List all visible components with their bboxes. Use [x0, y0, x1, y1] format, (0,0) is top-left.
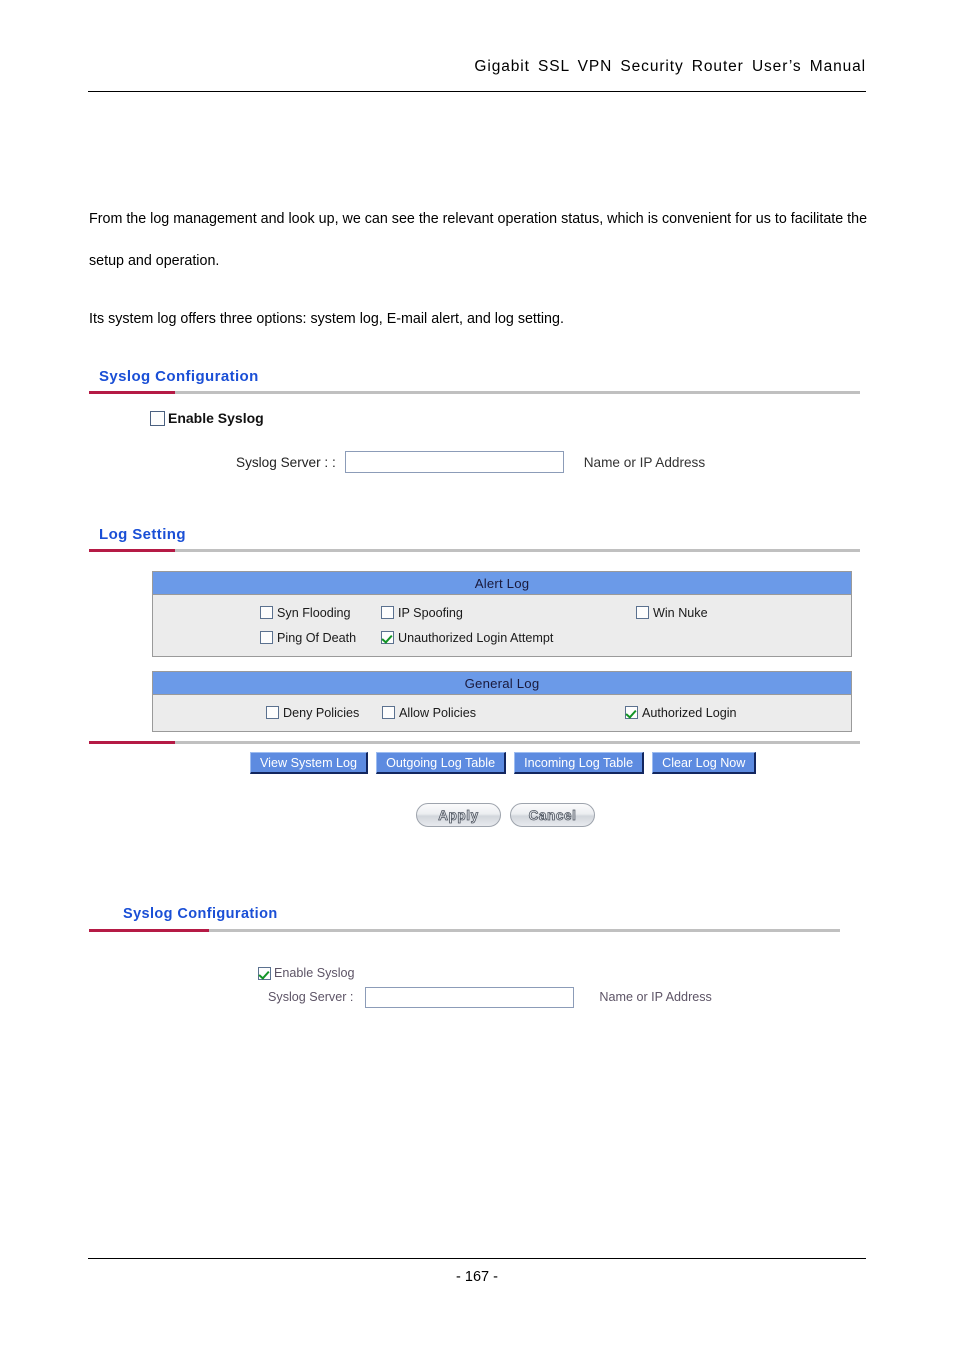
- heading-rule-gray: [89, 391, 860, 394]
- checkbox-enable-syslog-2[interactable]: [258, 966, 271, 980]
- checkbox-label-authorized-login: Authorized Login: [642, 705, 737, 720]
- general-log-panel: General Log Deny Policies Allow Policies…: [152, 671, 852, 732]
- general-log-title: General Log: [153, 672, 851, 695]
- page-header: Gigabit SSL VPN Security Router User’s M…: [88, 58, 866, 98]
- checkbox-syn-flooding[interactable]: [260, 606, 273, 619]
- intro-paragraph-2: Its system log offers three options: sys…: [89, 311, 564, 327]
- page-footer: - 167 -: [88, 1258, 866, 1285]
- section-title: Log Setting: [99, 526, 186, 543]
- manual-title: Gigabit SSL VPN Security Router User’s M…: [474, 58, 866, 75]
- log-action-button-bar: View System Log Outgoing Log Table Incom…: [250, 752, 757, 774]
- enable-syslog-checkbox-row-2[interactable]: Enable Syslog: [258, 966, 355, 980]
- page-number: - 167 -: [456, 1269, 498, 1285]
- alert-log-panel: Alert Log Syn Flooding IP Spoofing Win N…: [152, 571, 852, 657]
- form-submit-bar: Apply Cancel: [416, 803, 595, 827]
- header-divider: [88, 91, 866, 92]
- checkbox-label-enable-syslog-1: Enable Syslog: [168, 410, 264, 426]
- checkbox-label-ip-spoofing: IP Spoofing: [398, 605, 463, 620]
- alert-log-body: Syn Flooding IP Spoofing Win Nuke Ping O…: [153, 595, 851, 656]
- view-system-log-button[interactable]: View System Log: [250, 752, 369, 774]
- syslog-server-input-2[interactable]: [365, 986, 575, 1008]
- alert-log-row: Syn Flooding IP Spoofing Win Nuke: [153, 600, 851, 625]
- checkbox-label-win-nuke: Win Nuke: [653, 605, 708, 620]
- checkbox-win-nuke[interactable]: [636, 606, 649, 619]
- checkbox-cell-ip-spoofing[interactable]: IP Spoofing: [378, 606, 583, 620]
- syslog-server-input-1[interactable]: [344, 451, 564, 473]
- checkbox-authorized-login[interactable]: [625, 706, 638, 719]
- general-log-row: Deny Policies Allow Policies Authorized …: [153, 700, 851, 725]
- footer-divider: [88, 1258, 866, 1259]
- general-log-body: Deny Policies Allow Policies Authorized …: [153, 695, 851, 731]
- checkbox-label-syn-flooding: Syn Flooding: [277, 605, 351, 620]
- heading-rule-accent: [89, 391, 175, 394]
- heading-rule-accent: [89, 549, 175, 552]
- checkbox-cell-ping-of-death[interactable]: Ping Of Death: [153, 631, 378, 645]
- apply-button[interactable]: Apply: [416, 803, 501, 827]
- checkbox-cell-unauthorized-login-attempt[interactable]: Unauthorized Login Attempt: [378, 631, 583, 645]
- action-bar-divider: [89, 741, 860, 744]
- checkbox-cell-deny-policies[interactable]: Deny Policies: [153, 706, 378, 720]
- checkbox-label-enable-syslog-2: Enable Syslog: [274, 966, 355, 980]
- alert-log-row: Ping Of Death Unauthorized Login Attempt: [153, 625, 851, 650]
- checkbox-cell-win-nuke[interactable]: Win Nuke: [583, 606, 783, 620]
- section-title: Syslog Configuration: [123, 906, 278, 922]
- enable-syslog-checkbox-row-1[interactable]: Enable Syslog: [150, 410, 264, 426]
- clear-log-now-button[interactable]: Clear Log Now: [652, 752, 757, 774]
- checkbox-allow-policies[interactable]: [382, 706, 395, 719]
- syslog-server-hint-1: Name or IP Address: [583, 454, 706, 470]
- syslog-server-row-2: Syslog Server : Name or IP Address: [268, 985, 712, 1009]
- checkbox-cell-allow-policies[interactable]: Allow Policies: [378, 706, 583, 720]
- heading-rule-accent: [89, 929, 209, 932]
- syslog-server-hint-2: Name or IP Address: [599, 990, 712, 1004]
- alert-log-title: Alert Log: [153, 572, 851, 595]
- checkbox-unauthorized-login-attempt[interactable]: [381, 631, 394, 644]
- checkbox-label-unauthorized-login-attempt: Unauthorized Login Attempt: [398, 630, 554, 645]
- checkbox-cell-syn-flooding[interactable]: Syn Flooding: [153, 606, 378, 620]
- intro-paragraph-1: From the log management and look up, we …: [89, 211, 868, 269]
- checkbox-label-ping-of-death: Ping Of Death: [277, 630, 357, 645]
- incoming-log-table-button[interactable]: Incoming Log Table: [514, 752, 645, 774]
- outgoing-log-table-button[interactable]: Outgoing Log Table: [376, 752, 507, 774]
- checkbox-enable-syslog-1[interactable]: [150, 410, 165, 426]
- section-title: Syslog Configuration: [99, 368, 259, 385]
- heading-rule-gray: [89, 549, 860, 552]
- checkbox-ping-of-death[interactable]: [260, 631, 273, 644]
- checkbox-cell-authorized-login[interactable]: Authorized Login: [583, 706, 783, 720]
- syslog-server-label-2: Syslog Server :: [268, 990, 354, 1004]
- section-heading-syslog-configuration-1: Syslog Configuration: [89, 368, 860, 402]
- syslog-server-row-1: Syslog Server : : Name or IP Address: [236, 449, 705, 475]
- action-bar-divider-accent: [89, 741, 175, 744]
- section-heading-log-setting: Log Setting: [89, 526, 860, 560]
- checkbox-deny-policies[interactable]: [266, 706, 279, 719]
- cancel-button[interactable]: Cancel: [510, 803, 595, 827]
- checkbox-label-deny-policies: Deny Policies: [283, 705, 360, 720]
- checkbox-ip-spoofing[interactable]: [381, 606, 394, 619]
- section-heading-syslog-configuration-2: Syslog Configuration: [89, 906, 840, 940]
- syslog-server-label-1: Syslog Server : :: [236, 454, 336, 470]
- checkbox-label-allow-policies: Allow Policies: [399, 705, 476, 720]
